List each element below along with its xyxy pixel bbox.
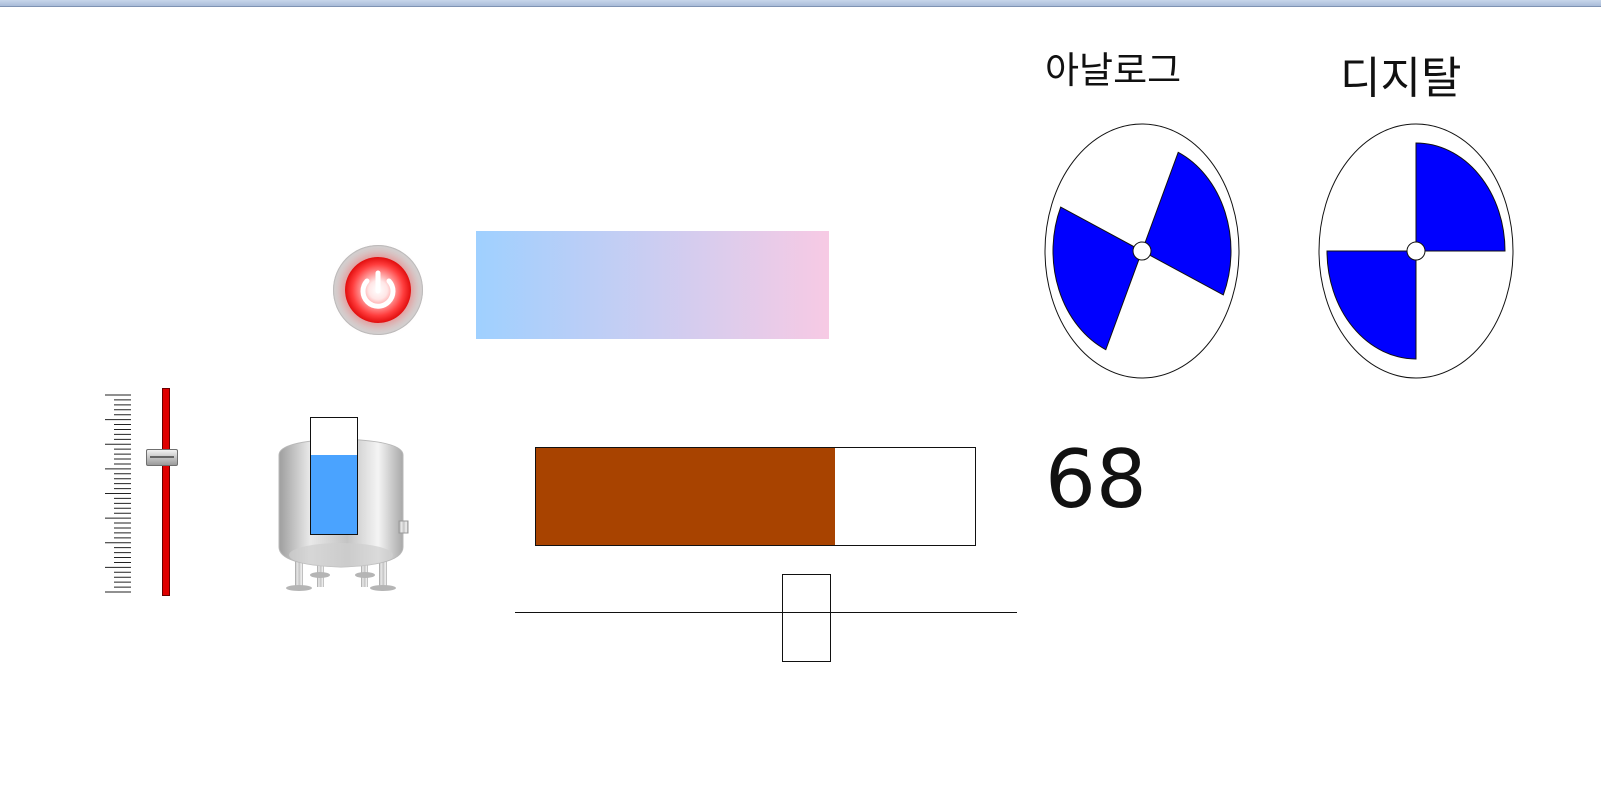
- value-display: 68: [1045, 433, 1147, 526]
- analog-label: 아날로그: [1045, 49, 1182, 92]
- slider-thumb[interactable]: [781, 574, 831, 662]
- digital-label: 디지탈: [1340, 53, 1462, 104]
- gradient-bar: [476, 231, 829, 339]
- power-button[interactable]: [333, 245, 423, 335]
- progress-fill: [536, 448, 835, 545]
- tank-level-indicator: [310, 417, 358, 535]
- slider-track: [162, 388, 170, 596]
- tank-level-fill: [311, 455, 357, 534]
- window-top-bar: [0, 0, 1601, 7]
- slider-thumb[interactable]: [146, 449, 178, 466]
- horizontal-slider[interactable]: [515, 572, 1017, 664]
- fan-blade: [1326, 250, 1417, 360]
- power-icon: [360, 270, 396, 309]
- fan-icon: [1318, 123, 1514, 379]
- progress-bar: [535, 447, 976, 546]
- fan-blade: [1415, 142, 1506, 252]
- power-button-core: [345, 257, 411, 323]
- vertical-slider[interactable]: [100, 385, 190, 600]
- slider-line: [515, 612, 1017, 613]
- tank: [275, 415, 415, 597]
- slider-scale: [105, 394, 131, 593]
- fan-icon: [1044, 123, 1240, 379]
